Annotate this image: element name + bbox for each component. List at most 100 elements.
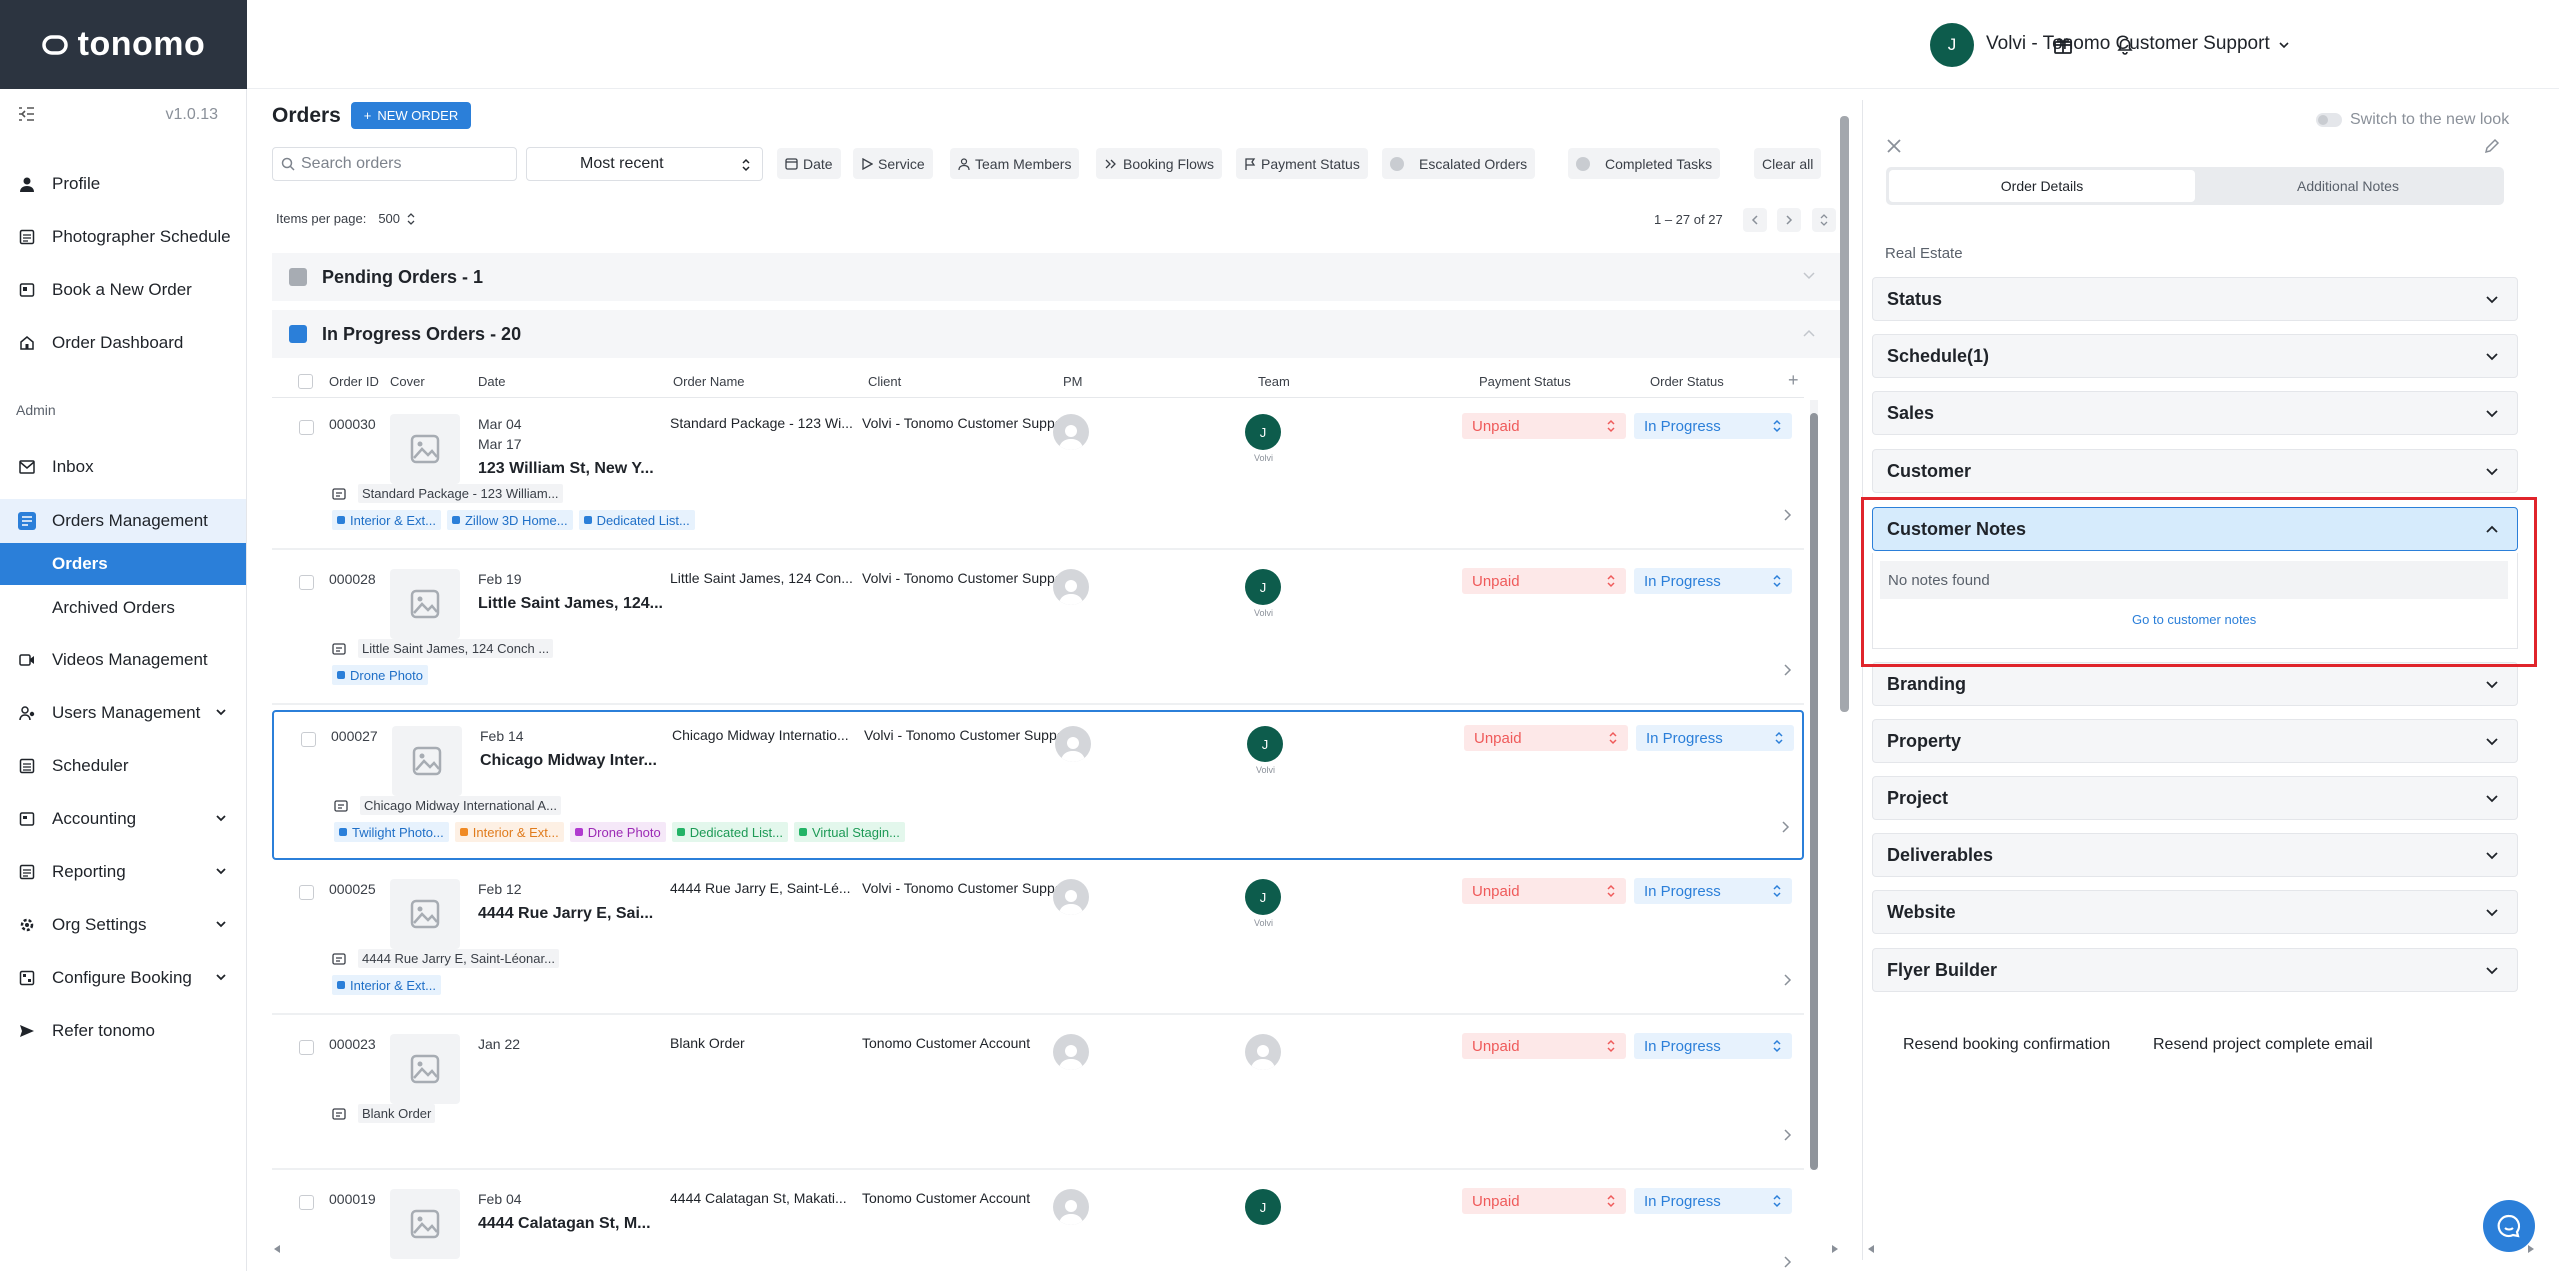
sidebar-item-scheduler[interactable]: Scheduler [0, 746, 246, 786]
select-all-checkbox[interactable] [298, 374, 313, 389]
filter-escalated-orders[interactable]: Escalated Orders [1382, 148, 1536, 179]
chevron-right-icon[interactable] [1780, 820, 1790, 834]
sidebar-item-users-management[interactable]: Users Management [0, 693, 246, 733]
team-avatar-placeholder[interactable] [1245, 1034, 1281, 1070]
tab-order-details[interactable]: Order Details [1889, 170, 2195, 202]
table-row[interactable]: 000027 Feb 14 Chicago Midway Inter... Chica… [272, 710, 1804, 860]
table-row[interactable]: 000019 Feb 04 4444 Calatagan St, M... 4444 … [272, 1175, 1804, 1271]
filter-completed-tasks[interactable]: Completed Tasks [1568, 148, 1721, 179]
filter-service[interactable]: Service [853, 148, 933, 179]
accordion-deliverables[interactable]: Deliverables [1872, 833, 2518, 877]
column-cover[interactable]: Cover [390, 374, 425, 389]
chevron-right-icon[interactable] [1782, 973, 1792, 987]
accordion-property[interactable]: Property [1872, 719, 2518, 763]
accordion-project[interactable]: Project [1872, 776, 2518, 820]
row-checkbox[interactable] [301, 732, 316, 747]
accordion-schedule-1[interactable]: Schedule(1) [1872, 334, 2518, 378]
chevron-down-icon[interactable] [2277, 38, 2291, 52]
table-row[interactable]: 000030 Mar 04 Mar 17 123 William St, New Y.… [272, 400, 1804, 550]
section-pending-orders[interactable]: Pending Orders - 1 [272, 253, 1840, 301]
accordion-branding[interactable]: Branding [1872, 662, 2518, 706]
search-input[interactable] [301, 155, 501, 173]
filter-payment-status[interactable]: Payment Status [1236, 148, 1368, 179]
order-status-select[interactable]: In Progress [1634, 568, 1792, 594]
user-name[interactable]: Volvi - Tonomo Customer Support [1986, 33, 2270, 55]
table-row[interactable]: 000023 Jan 22 Blank Order Tonomo Customer A… [272, 1020, 1804, 1170]
items-per-page[interactable]: Items per page: 500 [276, 211, 416, 226]
team-avatar[interactable]: J [1245, 879, 1281, 915]
horizontal-scrollbar[interactable] [1866, 1244, 2536, 1254]
payment-status-select[interactable]: Unpaid [1462, 1033, 1626, 1059]
accordion-status[interactable]: Status [1872, 277, 2518, 321]
chevron-right-icon[interactable] [1782, 1255, 1792, 1269]
row-checkbox[interactable] [299, 1195, 314, 1210]
sidebar-item-profile[interactable]: Profile [0, 164, 246, 204]
sidebar-item-inbox[interactable]: Inbox [0, 447, 246, 487]
sidebar-item-videos-management[interactable]: Videos Management [0, 640, 246, 680]
column-order-status[interactable]: Order Status [1650, 374, 1724, 389]
team-avatar[interactable]: J [1245, 1189, 1281, 1225]
resend-project-complete-button[interactable]: Resend project complete email [2153, 1036, 2373, 1054]
next-page-button[interactable] [1777, 208, 1801, 232]
accordion-customer[interactable]: Customer [1872, 449, 2518, 493]
sidebar-item-photographer-schedule[interactable]: Photographer Schedule [0, 217, 246, 257]
column-pm[interactable]: PM [1063, 374, 1083, 389]
chevron-right-icon[interactable] [1782, 663, 1792, 677]
logo[interactable]: tonomo [0, 0, 247, 89]
sidebar-item-orders-management[interactable]: Orders Management [0, 499, 246, 543]
row-checkbox[interactable] [299, 1040, 314, 1055]
section-in-progress-orders[interactable]: In Progress Orders - 20 [272, 310, 1840, 358]
page-scrollbar[interactable] [1840, 116, 1849, 712]
collapse-sidebar-button[interactable] [14, 103, 40, 125]
sidebar-item-order-dashboard[interactable]: Order Dashboard [0, 323, 246, 363]
sidebar-item-org-settings[interactable]: Org Settings [0, 905, 246, 945]
column-payment-status[interactable]: Payment Status [1479, 374, 1571, 389]
switch-new-look-toggle[interactable]: Switch to the new look [2316, 111, 2509, 129]
order-status-select[interactable]: In Progress [1634, 878, 1792, 904]
table-row[interactable]: 000025 Feb 12 4444 Rue Jarry E, Sai... 4444… [272, 865, 1804, 1015]
accordion-flyer-builder[interactable]: Flyer Builder [1872, 948, 2518, 992]
pm-avatar-placeholder[interactable] [1053, 569, 1089, 605]
column-client[interactable]: Client [868, 374, 901, 389]
order-status-select[interactable]: In Progress [1634, 1188, 1792, 1214]
prev-page-button[interactable] [1743, 208, 1767, 232]
pm-avatar-placeholder[interactable] [1053, 1189, 1089, 1225]
column-order-id[interactable]: Order ID [329, 374, 379, 389]
horizontal-scrollbar[interactable] [272, 1244, 1840, 1254]
close-icon[interactable] [1886, 138, 1902, 154]
accordion-sales[interactable]: Sales [1872, 391, 2518, 435]
row-checkbox[interactable] [299, 575, 314, 590]
sidebar-subitem-archived-orders[interactable]: Archived Orders [0, 587, 246, 629]
column-date[interactable]: Date [478, 374, 505, 389]
payment-status-select[interactable]: Unpaid [1462, 1188, 1626, 1214]
pm-avatar-placeholder[interactable] [1053, 879, 1089, 915]
payment-status-select[interactable]: Unpaid [1462, 413, 1626, 439]
chevron-right-icon[interactable] [1782, 508, 1792, 522]
sidebar-subitem-orders[interactable]: Orders [0, 543, 246, 585]
chevron-right-icon[interactable] [1782, 1128, 1792, 1142]
column-team[interactable]: Team [1258, 374, 1290, 389]
new-order-button[interactable]: + NEW ORDER [351, 102, 471, 129]
order-status-select[interactable]: In Progress [1636, 725, 1794, 751]
pm-avatar-placeholder[interactable] [1053, 414, 1089, 450]
order-status-select[interactable]: In Progress [1634, 413, 1792, 439]
scrollbar-thumb[interactable] [1810, 413, 1818, 1170]
filter-team-members[interactable]: Team Members [950, 148, 1080, 179]
edit-icon[interactable] [2484, 138, 2500, 154]
sidebar-item-refer-tonomo[interactable]: Refer tonomo [0, 1011, 246, 1051]
page-size-toggle[interactable] [1812, 208, 1836, 232]
pm-avatar-placeholder[interactable] [1053, 1034, 1089, 1070]
payment-status-select[interactable]: Unpaid [1464, 725, 1628, 751]
sidebar-item-book-new-order[interactable]: Book a New Order [0, 270, 246, 310]
sidebar-item-accounting[interactable]: Accounting [0, 799, 246, 839]
resend-booking-confirmation-button[interactable]: Resend booking confirmation [1903, 1036, 2110, 1054]
payment-status-select[interactable]: Unpaid [1462, 878, 1626, 904]
tab-additional-notes[interactable]: Additional Notes [2195, 170, 2501, 202]
sidebar-item-configure-booking[interactable]: Configure Booking [0, 958, 246, 998]
user-avatar[interactable]: J [1930, 23, 1974, 67]
row-checkbox[interactable] [299, 420, 314, 435]
team-avatar[interactable]: J [1245, 569, 1281, 605]
payment-status-select[interactable]: Unpaid [1462, 568, 1626, 594]
order-status-select[interactable]: In Progress [1634, 1033, 1792, 1059]
add-column-icon[interactable]: + [1788, 370, 1799, 391]
